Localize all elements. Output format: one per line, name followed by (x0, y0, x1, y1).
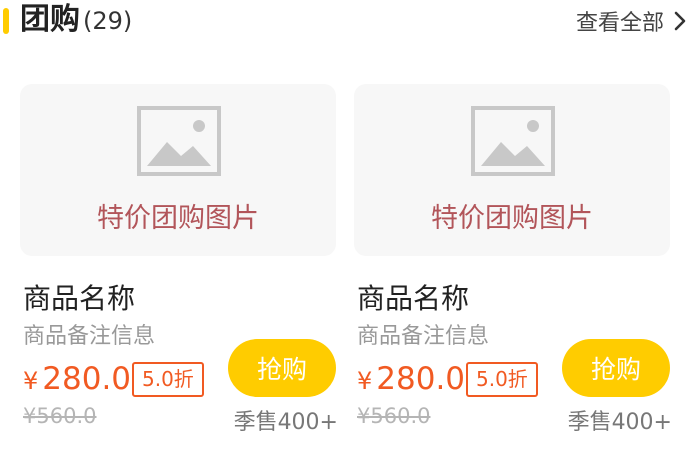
product-image[interactable]: 特价团购图片 (20, 84, 336, 256)
chevron-right-icon (674, 11, 686, 31)
original-price: ¥560.0 (23, 404, 97, 428)
buy-button[interactable]: 抢购 (562, 339, 670, 397)
product-note: 商品备注信息 (357, 324, 490, 349)
price-amount: 280.0 (42, 361, 132, 397)
product-price: ¥ 280.0 (357, 361, 465, 397)
product-price: ¥ 280.0 (23, 361, 131, 397)
discount-badge: 5.0折 (466, 362, 538, 397)
view-all-link[interactable]: 查看全部 (576, 6, 690, 36)
image-caption: 特价团购图片 (97, 203, 259, 234)
section-accent-bar (3, 8, 9, 34)
image-caption: 特价团购图片 (431, 203, 593, 234)
product-card[interactable]: 特价团购图片 商品名称 商品备注信息 ¥ 280.0 5.0折 ¥560.0 抢… (20, 84, 338, 444)
product-name: 商品名称 (357, 282, 470, 315)
currency-symbol: ¥ (357, 367, 373, 395)
sales-count: 季售400+ (567, 410, 672, 435)
image-placeholder-icon (471, 106, 555, 176)
section-title: 团购 (20, 2, 80, 37)
buy-button[interactable]: 抢购 (228, 339, 336, 397)
original-price: ¥560.0 (357, 404, 431, 428)
view-all-label: 查看全部 (575, 11, 664, 36)
product-card[interactable]: 特价团购图片 商品名称 商品备注信息 ¥ 280.0 5.0折 ¥560.0 抢… (354, 84, 672, 444)
product-note: 商品备注信息 (23, 324, 156, 349)
section-count: (29) (83, 7, 133, 35)
product-name: 商品名称 (23, 282, 136, 315)
section-header: 团购 (29) 查看全部 (0, 0, 690, 44)
currency-symbol: ¥ (23, 367, 39, 395)
discount-badge: 5.0折 (132, 362, 204, 397)
image-placeholder-icon (137, 106, 221, 176)
price-amount: 280.0 (376, 361, 466, 397)
product-image[interactable]: 特价团购图片 (354, 84, 670, 256)
sales-count: 季售400+ (233, 410, 338, 435)
